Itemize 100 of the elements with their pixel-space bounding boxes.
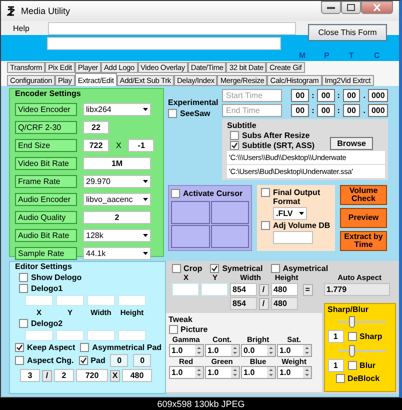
spin-arrows-icon[interactable] [230, 345, 239, 356]
text-field[interactable]: 1 [328, 359, 344, 372]
checkbox[interactable] [210, 264, 220, 273]
maximize-button[interactable] [341, 1, 361, 14]
time-part-field[interactable]: 00 [316, 88, 335, 102]
panel-title: Encoder Settings [15, 89, 82, 98]
menu-item[interactable]: Help [13, 24, 48, 32]
text-field[interactable]: 480 [122, 369, 152, 382]
time-part-field[interactable]: 00 [316, 104, 335, 116]
text-field[interactable]: 720 [76, 369, 108, 382]
text-field[interactable]: 3 [20, 369, 40, 382]
checkbox[interactable] [172, 264, 181, 273]
text-field[interactable] [25, 295, 53, 306]
text-field[interactable] [118, 330, 146, 341]
text-field[interactable]: 22 [83, 121, 109, 134]
text-field[interactable]: 854 [230, 297, 257, 310]
spin-field[interactable]: 1.0 [276, 366, 312, 379]
browse-button[interactable]: Browse [330, 137, 373, 150]
ratio-button[interactable]: / [42, 370, 52, 382]
text-field[interactable] [118, 295, 146, 306]
text-field[interactable]: 854 [230, 283, 257, 296]
spin-field[interactable]: 1.0 [168, 344, 204, 357]
spin-field[interactable]: 1.0 [204, 366, 240, 379]
slider-thumb[interactable] [348, 316, 355, 328]
checkbox[interactable] [261, 188, 270, 197]
time-part-field[interactable]: 00 [291, 88, 309, 102]
text-field[interactable] [56, 295, 84, 306]
time-part-field[interactable]: 00 [342, 104, 360, 116]
spin-arrows-icon[interactable] [194, 367, 203, 378]
dropdown[interactable]: libvo_aacenc [83, 193, 151, 206]
checkbox[interactable] [261, 221, 270, 230]
text-field[interactable]: 0 [133, 354, 152, 367]
dropdown[interactable]: libx264 [83, 103, 151, 116]
slider-thumb[interactable] [348, 345, 355, 357]
checkbox[interactable] [19, 319, 28, 328]
dropdown[interactable]: .FLV [273, 207, 307, 220]
time-part-field[interactable]: 000 [368, 104, 388, 116]
spin-field[interactable]: 1.0 [204, 344, 240, 357]
text-field[interactable]: 0 [110, 354, 128, 367]
indicator-letter: C [374, 51, 381, 61]
dropdown[interactable]: 29.970 [83, 175, 151, 188]
text-field[interactable]: 1.779 [324, 283, 390, 296]
checkbox[interactable] [230, 141, 239, 150]
text-field[interactable] [56, 330, 84, 341]
checkbox[interactable] [80, 343, 90, 352]
dropdown[interactable]: 128k [83, 229, 151, 242]
text-field[interactable]: 480 [270, 297, 298, 310]
text-field[interactable] [25, 330, 53, 341]
text-field[interactable] [47, 37, 281, 50]
text-field[interactable]: 2 [54, 369, 74, 382]
spin-arrows-icon[interactable] [266, 345, 275, 356]
slider[interactable] [338, 345, 386, 357]
checkbox[interactable] [171, 189, 180, 198]
time-part-field[interactable]: 000 [368, 88, 388, 102]
checkbox[interactable] [348, 332, 357, 341]
minimize-button[interactable] [321, 1, 341, 14]
checkbox[interactable] [270, 264, 280, 273]
checkbox[interactable] [168, 109, 177, 118]
text-field[interactable]: 1M [83, 157, 151, 170]
spin-arrows-icon[interactable] [302, 345, 311, 356]
spin-arrows-icon[interactable] [230, 367, 239, 378]
action-button[interactable]: Volume Check [340, 185, 387, 205]
checkbox[interactable] [168, 325, 178, 334]
text-field[interactable] [172, 283, 199, 296]
text-field[interactable] [87, 330, 115, 341]
checkbox[interactable] [19, 273, 28, 282]
spin-field[interactable]: 0.0 [240, 344, 276, 357]
text-field[interactable] [48, 22, 296, 34]
checkbox[interactable] [15, 343, 24, 352]
spin-arrows-icon[interactable] [194, 345, 203, 356]
dropdown[interactable]: 44.1k [83, 247, 151, 260]
text-field[interactable] [87, 295, 115, 306]
text-field[interactable]: 1 [328, 330, 344, 343]
spin-field[interactable]: 1.0 [276, 344, 312, 357]
spin-field[interactable]: 1.0 [168, 366, 204, 379]
checkbox[interactable] [230, 131, 239, 140]
checkbox[interactable] [336, 374, 345, 383]
checkbox[interactable] [78, 356, 88, 365]
close-form-button[interactable]: Close This Form [308, 24, 387, 41]
slider[interactable] [338, 316, 386, 328]
spin-arrows-icon[interactable] [266, 367, 275, 378]
text-field[interactable]: -1 [128, 139, 154, 152]
time-part-field[interactable]: 00 [291, 104, 309, 116]
text-field[interactable] [200, 283, 228, 296]
text-field[interactable]: 480 [270, 283, 298, 296]
text-field[interactable]: 722 [83, 139, 109, 152]
text-field[interactable]: 2 [83, 211, 151, 224]
checkbox[interactable] [15, 356, 24, 365]
equals-button[interactable]: = [302, 284, 313, 296]
ratio-button[interactable]: / [258, 298, 269, 310]
action-button[interactable]: Extract by Time [340, 231, 387, 251]
action-button[interactable]: Preview [340, 208, 387, 228]
ratio-button[interactable]: / [258, 284, 269, 296]
spin-arrows-icon[interactable] [302, 367, 311, 378]
size-button[interactable]: X [110, 370, 120, 382]
checkbox[interactable] [348, 361, 357, 370]
spin-field[interactable]: 1.0 [240, 366, 276, 379]
time-part-field[interactable]: 00 [342, 88, 360, 102]
text-field[interactable] [273, 231, 313, 244]
checkbox[interactable] [19, 284, 28, 293]
